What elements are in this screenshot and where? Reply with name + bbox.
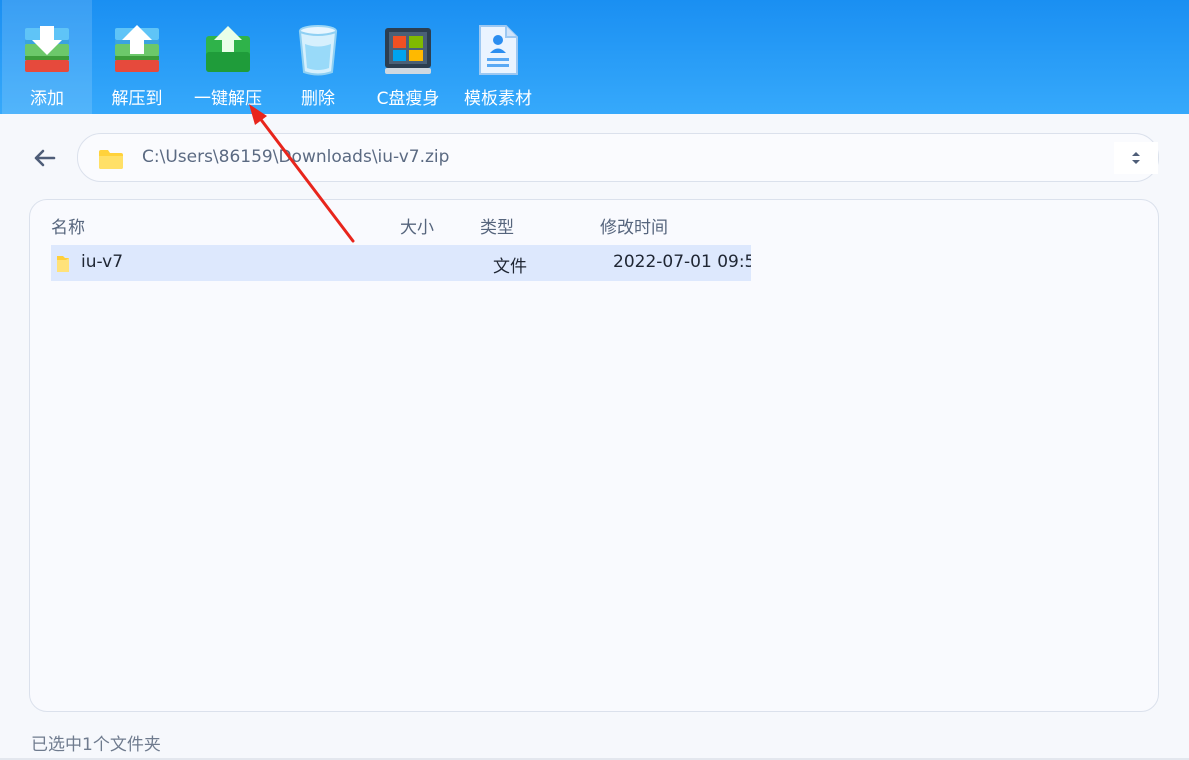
extract-to-button[interactable]: 解压到 [92,0,182,114]
column-header-name[interactable]: 名称 [51,213,85,238]
up-down-chevron-icon [1132,152,1140,164]
delete-label: 删除 [301,89,335,109]
column-header-size[interactable]: 大小 [400,213,434,238]
file-list-panel: 名称 大小 类型 修改时间 iu-v7 文件 2022-07-01 09:5 [29,199,1159,712]
template-document-icon [479,25,518,75]
add-archive-icon [25,26,69,72]
folder-icon [57,256,69,272]
add-label: 添加 [30,89,64,109]
folder-icon [99,150,123,169]
one-click-extract-button[interactable]: 一键解压 [183,0,273,114]
table-row[interactable]: iu-v7 文件 2022-07-01 09:5 [51,245,751,281]
c-drive-slim-label: C盘瘦身 [376,89,440,109]
path-text: C:\Users\86159\Downloads\iu-v7.zip [142,147,450,167]
template-material-button[interactable]: 模板素材 [453,0,543,114]
toolbar: 添加 解压到 一键解压 删除 C盘瘦身 模板素材 [0,0,1189,114]
extract-to-icon [115,25,159,72]
row-type: 文件 [493,257,527,277]
c-drive-slim-button[interactable]: C盘瘦身 [363,0,453,114]
back-arrow-icon [34,149,56,167]
windows-disk-icon [385,28,431,74]
column-header-type[interactable]: 类型 [480,213,514,238]
column-header-modified[interactable]: 修改时间 [600,213,668,238]
path-dropdown-button[interactable] [1114,142,1158,174]
one-click-extract-label: 一键解压 [194,89,262,109]
trash-icon [298,25,338,76]
one-click-extract-icon [206,26,250,72]
row-modified: 2022-07-01 09:5 [613,252,751,272]
add-button[interactable]: 添加 [2,0,92,114]
template-material-label: 模板素材 [464,89,532,109]
path-bar[interactable]: C:\Users\86159\Downloads\iu-v7.zip [77,133,1159,182]
row-name: iu-v7 [81,252,124,272]
extract-to-label: 解压到 [111,89,163,109]
back-button[interactable] [28,142,60,174]
delete-button[interactable]: 删除 [273,0,363,114]
status-text: 已选中1个文件夹 [31,735,161,755]
